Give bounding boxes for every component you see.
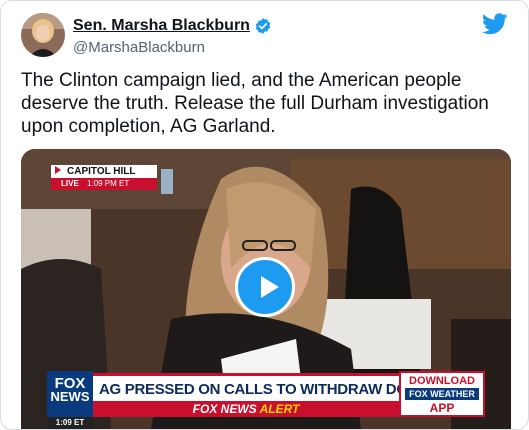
promo-line2: FOX WEATHER <box>405 388 479 400</box>
promo-box: DOWNLOAD FOX WEATHER APP <box>399 371 485 417</box>
network-logo-line1: FOX <box>54 375 86 392</box>
author-name[interactable]: Sen. Marsha Blackburn <box>73 17 250 35</box>
live-time: 1:09 PM ET <box>87 179 130 188</box>
verified-badge-icon <box>254 17 272 35</box>
promo-line1: DOWNLOAD <box>409 375 475 387</box>
live-bug: LIVE 1:09 PM ET <box>51 178 157 190</box>
location-text: CAPITOL HILL <box>67 166 136 177</box>
tweet-text: The Clinton campaign lied, and the Ameri… <box>21 70 489 137</box>
network-logo-line2: NEWS <box>50 389 90 404</box>
alert-word: ALERT <box>259 402 300 416</box>
alert-prefix: FOX NEWS <box>192 402 257 416</box>
headline-chyron: AG PRESSED ON CALLS TO WITHDRAW DOJ SCHO… <box>93 373 399 401</box>
promo-line3: APP <box>429 401 455 415</box>
avatar[interactable] <box>21 13 65 57</box>
twitter-bird-icon[interactable] <box>481 13 508 35</box>
alert-banner: FOX NEWS ALERT <box>93 401 399 417</box>
live-label: LIVE <box>61 179 79 188</box>
video-player[interactable]: CAPITOL HILL LIVE 1:09 PM ET FOX NEWS 1:… <box>21 149 511 429</box>
author-line: Sen. Marsha Blackburn <box>73 17 272 35</box>
play-button[interactable] <box>235 257 295 317</box>
network-time: 1:09 ET <box>47 417 93 429</box>
location-bug: CAPITOL HILL <box>51 165 157 178</box>
author-handle[interactable]: @MarshaBlackburn <box>73 39 205 56</box>
arrow-icon <box>55 166 61 174</box>
tweet-header: Sen. Marsha Blackburn @MarshaBlackburn <box>21 13 508 61</box>
tweet-card[interactable]: Sen. Marsha Blackburn @MarshaBlackburn T… <box>0 0 529 430</box>
network-logo: FOX NEWS <box>47 371 93 417</box>
